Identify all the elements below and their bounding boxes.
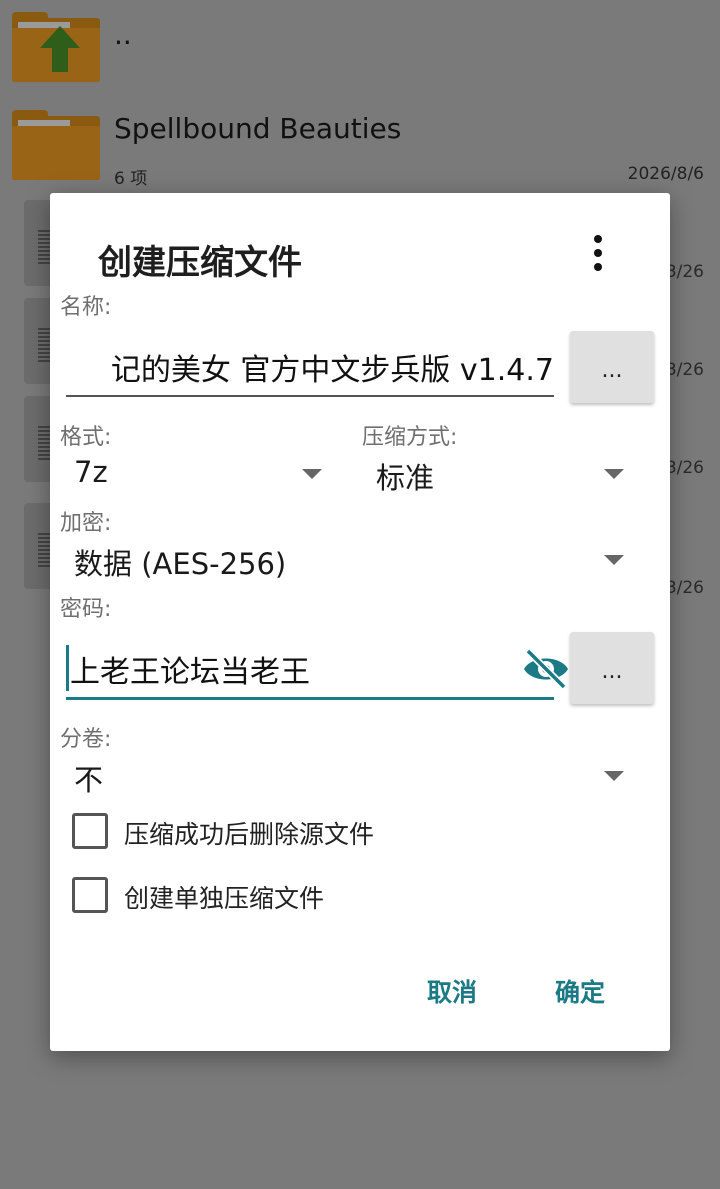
format-select[interactable]: 7z <box>66 453 328 497</box>
password-input[interactable]: 上老王论坛当老王 <box>66 639 568 700</box>
chevron-down-icon <box>302 469 322 479</box>
format-value: 7z <box>74 455 108 489</box>
folder-name: Spellbound Beauties <box>114 112 402 145</box>
folder-icon <box>12 110 100 180</box>
split-label: 分卷: <box>60 727 112 752</box>
up-arrow-icon <box>40 26 80 72</box>
separate-archive-checkbox[interactable]: 创建单独压缩文件 <box>72 877 492 917</box>
folder-date: 2026/8/6 <box>627 164 704 184</box>
delete-source-label: 压缩成功后删除源文件 <box>124 820 375 849</box>
parent-dir-label: .. <box>114 18 132 51</box>
method-select[interactable]: 标准 <box>368 453 630 497</box>
chevron-down-icon <box>604 555 624 565</box>
browse-button[interactable]: ... <box>570 331 654 403</box>
format-label: 格式: <box>60 425 112 450</box>
file-date: 3/26 <box>665 578 704 598</box>
checkbox[interactable] <box>72 877 108 913</box>
file-date: 3/26 <box>665 262 704 282</box>
name-label: 名称: <box>60 295 112 320</box>
dialog-title: 创建压缩文件 <box>98 243 302 283</box>
split-select[interactable]: 不 <box>66 755 630 799</box>
cancel-button[interactable]: 取消 <box>427 973 477 1009</box>
list-item-parent[interactable]: .. <box>0 0 720 90</box>
ok-button[interactable]: 确定 <box>555 973 605 1009</box>
password-browse-button[interactable]: ... <box>570 632 654 704</box>
archive-name-input[interactable]: 记的美女 官方中文步兵版 v1.4.7 <box>66 343 554 397</box>
text-cursor <box>66 645 69 691</box>
more-options-icon[interactable] <box>582 231 614 275</box>
chevron-down-icon <box>604 771 624 781</box>
archive-name-value: 记的美女 官方中文步兵版 v1.4.7 <box>110 353 554 388</box>
password-value: 上老王论坛当老王 <box>70 655 310 690</box>
create-archive-dialog: 创建压缩文件 名称: 记的美女 官方中文步兵版 v1.4.7 ... 格式: 压… <box>50 193 670 1051</box>
file-date: 3/26 <box>665 458 704 478</box>
encryption-select[interactable]: 数据 (AES-256) <box>66 539 630 583</box>
checkbox[interactable] <box>72 813 108 849</box>
folder-count: 6 项 <box>114 169 148 189</box>
method-value: 标准 <box>376 461 435 495</box>
file-date: 3/26 <box>665 360 704 380</box>
encryption-label: 加密: <box>60 511 112 536</box>
encryption-value: 数据 (AES-256) <box>74 547 287 581</box>
method-label: 压缩方式: <box>362 425 458 450</box>
separate-archive-label: 创建单独压缩文件 <box>124 884 325 913</box>
split-value: 不 <box>74 763 104 797</box>
visibility-off-icon[interactable] <box>522 649 570 689</box>
folder-up-icon <box>12 12 100 82</box>
password-label: 密码: <box>60 597 112 622</box>
chevron-down-icon <box>604 469 624 479</box>
delete-source-checkbox[interactable]: 压缩成功后删除源文件 <box>72 813 492 853</box>
list-item-folder[interactable]: Spellbound Beauties 6 项 2026/8/6 <box>0 100 720 195</box>
